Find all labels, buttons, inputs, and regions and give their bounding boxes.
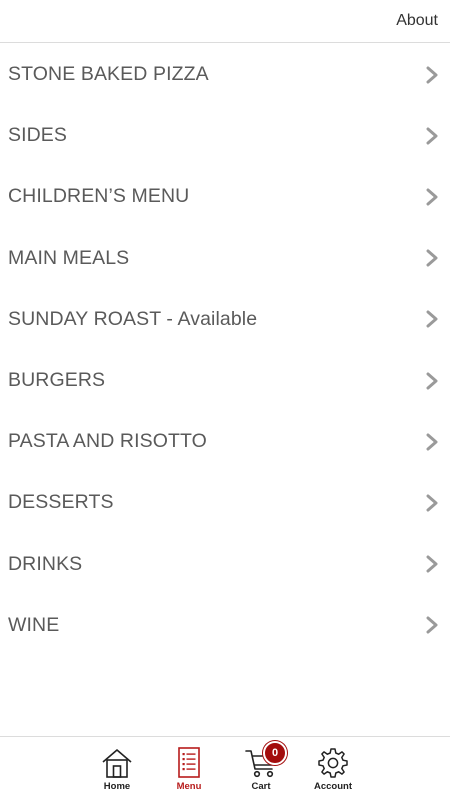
tab-account[interactable]: Account [305,747,361,799]
menu-item-childrens-menu[interactable]: CHILDREN’S MENU [0,166,450,227]
menu-item-wine[interactable]: WINE [0,595,450,656]
tab-menu[interactable]: Menu [161,747,217,799]
menu-item-sides[interactable]: SIDES [0,105,450,166]
app-screen: About STONE BAKED PIZZA SIDES CHILDREN’S… [0,0,450,800]
menu-item-label: BURGERS [8,369,106,392]
menu-item-label: DRINKS [8,552,83,575]
chevron-right-icon [426,310,438,328]
chevron-right-icon [426,188,438,206]
chevron-right-icon [426,555,438,573]
menu-item-sunday-roast[interactable]: SUNDAY ROAST - Available [0,289,450,350]
tab-home[interactable]: Home [89,747,145,799]
menu-item-label: SIDES [8,124,68,147]
tab-cart[interactable]: 0 Cart [233,741,289,799]
menu-item-label: SUNDAY ROAST - Available [8,307,258,330]
chevron-right-icon [426,433,438,451]
menu-item-drinks[interactable]: DRINKS [0,534,450,595]
menu-item-label: PASTA AND RISOTTO [8,430,207,453]
menu-item-label: DESSERTS [8,491,114,514]
menu-item-main-meals[interactable]: MAIN MEALS [0,228,450,289]
chevron-right-icon [426,494,438,512]
gear-icon [318,748,348,778]
cart-count-badge: 0 [263,741,287,765]
chevron-right-icon [426,372,438,390]
menu-item-label: MAIN MEALS [8,246,130,269]
chevron-right-icon [426,249,438,267]
chevron-right-icon [426,66,438,84]
top-bar: About [0,0,450,43]
menu-item-burgers[interactable]: BURGERS [0,350,450,411]
home-icon [102,749,132,778]
tab-menu-label: Menu [176,781,202,792]
menu-item-label: WINE [8,613,60,636]
menu-item-label: CHILDREN’S MENU [8,185,190,208]
bottom-tab-bar: Home Menu 0 Cart Account [0,736,450,800]
menu-item-label: STONE BAKED PIZZA [8,63,209,86]
menu-item-stone-baked-pizza[interactable]: STONE BAKED PIZZA [0,44,450,105]
menu-item-pasta-and-risotto[interactable]: PASTA AND RISOTTO [0,411,450,472]
about-link[interactable]: About [396,12,438,30]
menu-list-icon [178,747,200,778]
chevron-right-icon [426,616,438,634]
tab-home-label: Home [103,781,131,792]
menu-item-desserts[interactable]: DESSERTS [0,472,450,533]
tab-account-label: Account [314,781,352,792]
menu-category-list: STONE BAKED PIZZA SIDES CHILDREN’S MENU … [0,44,450,656]
chevron-right-icon [426,127,438,145]
tab-cart-label: Cart [251,781,271,792]
